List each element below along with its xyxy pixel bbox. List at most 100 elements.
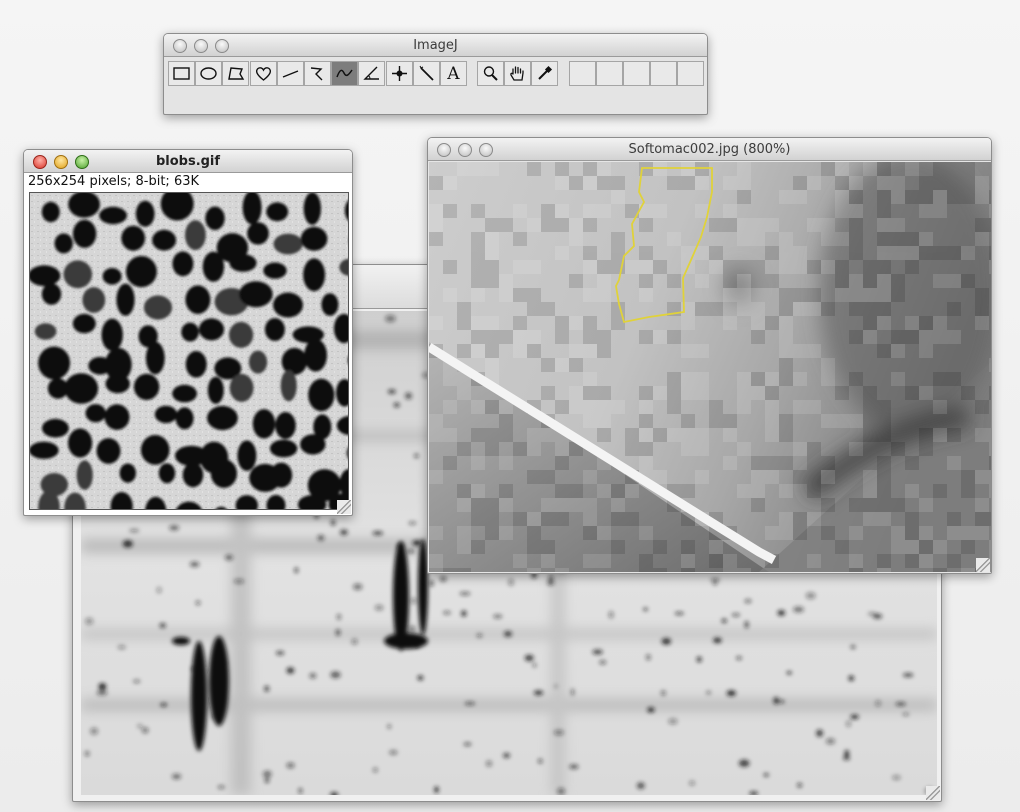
zoom-pixel	[583, 316, 597, 330]
zoom-pixel	[513, 330, 527, 344]
zoom-pixel	[877, 246, 891, 260]
color-picker-tool[interactable]	[531, 61, 559, 86]
gel-spot	[476, 633, 483, 638]
imagej-toolbar-window[interactable]: ImageJ A	[163, 33, 708, 115]
zoom-pixel	[849, 176, 863, 190]
angle-tool[interactable]	[358, 61, 386, 86]
zoom-pixel	[569, 484, 583, 498]
zoom-pixel	[821, 162, 835, 176]
gel-spot	[636, 782, 645, 789]
rectangle-tool[interactable]	[168, 61, 195, 86]
zoom-pixel	[989, 428, 991, 442]
softomac-resize-grip[interactable]	[976, 558, 990, 572]
gel-resize-grip[interactable]	[926, 786, 940, 800]
zoom-pixel	[849, 232, 863, 246]
zoom-pixel	[625, 260, 639, 274]
wand-tool[interactable]	[412, 61, 440, 86]
freehand-line-tool[interactable]	[331, 61, 359, 86]
zoom-pixel	[877, 218, 891, 232]
zoom-pixel	[849, 554, 863, 568]
zoom-pixel	[555, 484, 569, 498]
zoom-pixel	[961, 386, 975, 400]
zoom-pixel	[877, 190, 891, 204]
zoom-pixel	[485, 442, 499, 456]
zoom-pixel	[681, 344, 695, 358]
blobs-resize-grip[interactable]	[337, 500, 351, 514]
zoom-pixel	[751, 260, 765, 274]
straight-line-tool[interactable]	[276, 61, 304, 86]
zoom-pixel	[583, 330, 597, 344]
zoom-pixel	[877, 232, 891, 246]
blob	[205, 206, 225, 231]
zoom-pixel	[737, 260, 751, 274]
blob	[105, 374, 130, 394]
freehand-tool[interactable]	[249, 61, 277, 86]
zoom-pixel	[947, 330, 961, 344]
zoom-pixel	[443, 456, 457, 470]
zoom-pixel	[457, 316, 471, 330]
gel-spot	[389, 750, 398, 755]
blob	[229, 254, 257, 272]
zoom-pixel	[429, 414, 443, 428]
zoom-pixel	[723, 554, 737, 568]
blob	[303, 193, 321, 225]
zoom-pixel	[429, 218, 443, 232]
blob	[181, 322, 199, 342]
softomac-titlebar[interactable]: Softomac002.jpg (800%)	[428, 138, 991, 161]
text-tool[interactable]: A	[439, 61, 467, 86]
gel-spot	[508, 578, 514, 586]
zoom-pixel	[975, 470, 989, 484]
zoom-pixel	[569, 232, 583, 246]
imagej-titlebar[interactable]: ImageJ	[164, 34, 707, 57]
zoom-pixel	[821, 456, 835, 470]
blob	[273, 292, 303, 318]
zoom-pixel	[513, 232, 527, 246]
zoom-pixel	[891, 176, 905, 190]
gel-spot	[816, 729, 823, 737]
zoom-pixel	[625, 442, 639, 456]
zoom-pixel	[919, 344, 933, 358]
gel-spot	[330, 671, 341, 679]
zoom-pixel	[471, 274, 485, 288]
zoom-pixel	[653, 470, 667, 484]
zoom-pixel	[877, 260, 891, 274]
blob	[229, 321, 254, 348]
zoom-pixel	[933, 372, 947, 386]
zoom-pixel	[583, 498, 597, 512]
blobs-image-canvas[interactable]	[29, 192, 349, 510]
zoom-pixel	[919, 190, 933, 204]
zoom-pixel	[709, 260, 723, 274]
hand-icon	[510, 66, 524, 81]
zoom-pixel	[639, 246, 653, 260]
zoom-pixel	[611, 400, 625, 414]
zoom-pixel	[681, 414, 695, 428]
zoom-pixel	[933, 540, 947, 554]
polygon-tool[interactable]	[222, 61, 250, 86]
gel-spot	[393, 403, 400, 407]
point-tool[interactable]	[385, 61, 413, 86]
zoom-pixel	[597, 288, 611, 302]
zoom-pixel	[975, 288, 989, 302]
oval-tool[interactable]	[195, 61, 223, 86]
magnifying-glass-tool[interactable]	[477, 61, 505, 86]
blob	[269, 439, 298, 458]
zoom-pixel	[583, 344, 597, 358]
softomac-image-window[interactable]: Softomac002.jpg (800%)	[427, 137, 992, 574]
zoom-pixel	[835, 260, 849, 274]
zoom-pixel	[891, 246, 905, 260]
zoom-pixel	[947, 512, 961, 526]
softomac-image-canvas[interactable]	[429, 162, 991, 572]
zoom-pixel	[541, 302, 555, 316]
zoom-pixel	[611, 190, 625, 204]
segmented-line-tool[interactable]	[303, 61, 331, 86]
zoom-pixel	[667, 232, 681, 246]
blobs-titlebar[interactable]: blobs.gif	[24, 150, 352, 173]
scrolling-tool[interactable]	[504, 61, 532, 86]
zoom-pixel	[765, 470, 779, 484]
zoom-pixel	[793, 302, 807, 316]
blob	[41, 201, 60, 223]
zoom-pixel	[919, 442, 933, 456]
zoom-pixel	[821, 414, 835, 428]
blobs-image-window[interactable]: blobs.gif 256x254 pixels; 8-bit; 63K	[23, 149, 353, 516]
zoom-pixel	[989, 456, 991, 470]
